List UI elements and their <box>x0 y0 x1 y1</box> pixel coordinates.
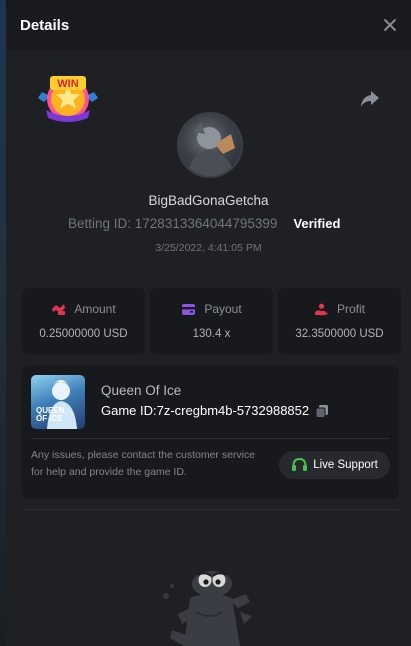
avatar <box>177 112 243 178</box>
share-icon[interactable] <box>360 90 380 108</box>
details-modal: Details WIN BigBadGonaGetcha Betting ID:… <box>6 0 411 646</box>
verified-badge: Verified <box>293 216 341 231</box>
game-card: QUEEN OF ICE Queen Of Ice Game ID:7z-cre… <box>22 366 399 499</box>
modal-title: Details <box>20 16 70 34</box>
profit-icon <box>314 303 328 315</box>
stat-amount: Amount 0.25000000 USD <box>22 288 145 354</box>
live-support-button[interactable]: Live Support <box>279 451 390 479</box>
stat-profit-head: Profit <box>314 302 365 316</box>
game-id: Game ID:7z-cregbm4b-5732988852 <box>101 403 310 418</box>
game-thumb-text: QUEEN OF ICE <box>36 406 65 423</box>
username: BigBadGonaGetcha <box>148 193 269 208</box>
stat-amount-label: Amount <box>74 302 116 316</box>
live-support-label: Live Support <box>313 459 378 471</box>
bet-timestamp: 3/25/2022, 4:41:05 PM <box>155 242 262 254</box>
game-name: Queen Of Ice <box>101 383 182 398</box>
win-badge-text: WIN <box>57 78 78 90</box>
stat-profit-label: Profit <box>336 302 365 316</box>
copy-icon[interactable] <box>315 404 329 418</box>
section-divider <box>22 509 399 510</box>
bet-stats: Amount 0.25000000 USD Payout 130.4 x Pro… <box>22 288 401 354</box>
win-badge-icon: WIN <box>38 76 98 122</box>
game-thumbnail[interactable]: QUEEN OF ICE <box>31 375 85 429</box>
betting-id: Betting ID: 1728313364044795399 <box>68 216 278 231</box>
close-button[interactable] <box>381 16 399 34</box>
support-help-text: Any issues, please contact the customer … <box>31 449 256 478</box>
amount-icon <box>52 303 66 315</box>
crocodile-mascot-icon <box>163 571 252 646</box>
stat-payout: Payout 130.4 x <box>150 288 273 354</box>
stat-profit-value: 32.3500000 USD <box>295 328 384 340</box>
stat-payout-value: 130.4 x <box>192 328 231 340</box>
stat-amount-head: Amount <box>51 302 116 316</box>
game-card-divider <box>31 438 390 439</box>
stat-payout-head: Payout <box>181 302 242 316</box>
game-id-row: Game ID:7z-cregbm4b-5732988852 <box>101 403 329 418</box>
bet-summary: WIN BigBadGonaGetcha Betting ID: 1728313… <box>6 50 411 278</box>
modal-header: Details <box>6 0 411 50</box>
stat-amount-value: 0.25000000 USD <box>39 328 128 340</box>
headset-icon <box>292 457 308 471</box>
stat-profit: Profit 32.3500000 USD <box>278 288 401 354</box>
wallet-icon <box>182 303 196 315</box>
stat-payout-label: Payout <box>204 302 242 316</box>
betting-row: Betting ID: 1728313364044795399 Verified <box>68 216 340 231</box>
